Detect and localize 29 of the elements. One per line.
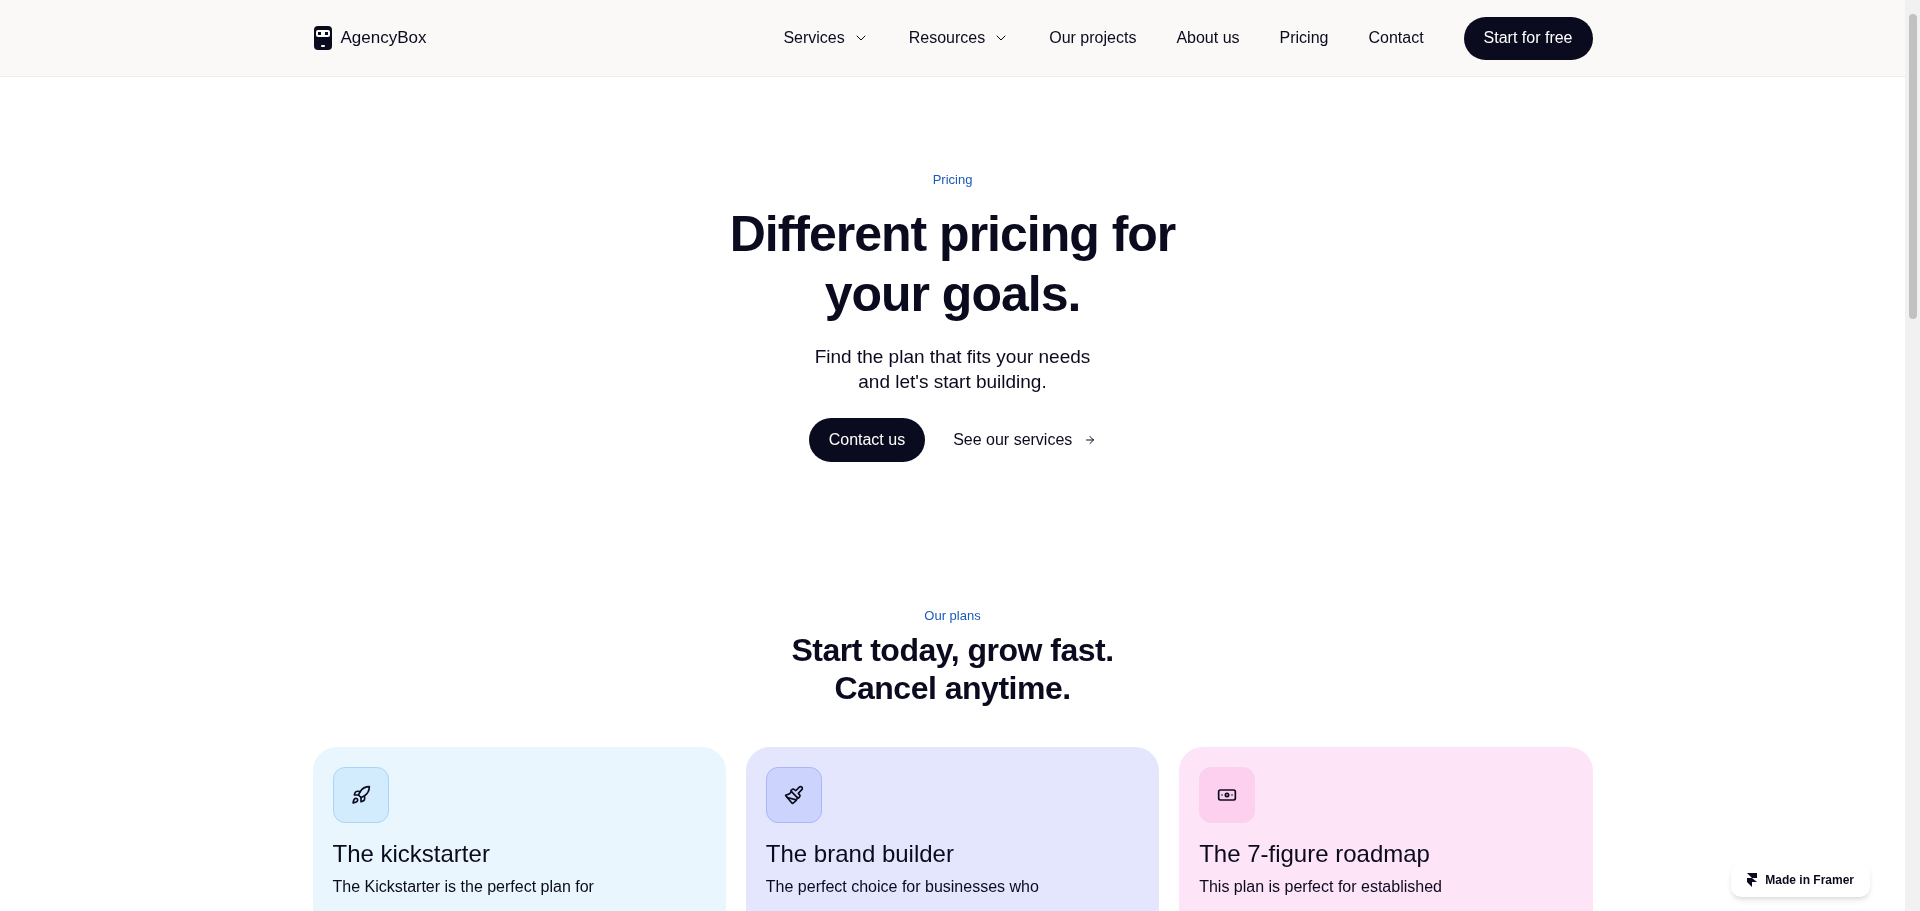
hero-heading: Different pricing for your goals. <box>729 204 1176 324</box>
plan-description: The perfect choice for businesses who <box>765 877 1040 897</box>
paintbrush-icon <box>765 767 822 823</box>
plan-description: The Kickstarter is the perfect plan for <box>332 877 595 897</box>
brand-name: AgencyBox <box>340 27 427 50</box>
banknote-icon <box>1199 767 1256 823</box>
contact-button[interactable]: Contact us <box>808 417 926 462</box>
plan-title: The 7-figure roadmap <box>1199 839 1431 869</box>
hero-subtitle: Find the plan that fits your needs and let's start building. <box>814 344 1091 394</box>
plan-title: The kickstarter <box>332 839 491 869</box>
nav-link[interactable]: Contact <box>1368 26 1424 50</box>
start-button[interactable]: Start for free <box>1463 16 1593 60</box>
section-heading: Start today, grow fast. Cancel anytime. <box>791 631 1114 707</box>
plan-description: This plan is perfect for established <box>1199 877 1443 897</box>
arrow-right-icon <box>1084 433 1097 446</box>
eyebrow-label: Our plans <box>924 606 981 625</box>
nav-link[interactable]: Services <box>783 26 869 50</box>
logo-icon <box>312 25 333 51</box>
brand-link[interactable]: AgencyBox <box>312 25 427 51</box>
eyebrow-label: Pricing <box>932 171 973 189</box>
plan-title: The brand builder <box>765 839 955 869</box>
nav-link[interactable]: Resources <box>908 26 1010 50</box>
made-in-framer-badge[interactable]: Made in Framer <box>1731 863 1870 897</box>
nav-link[interactable]: Our projects <box>1049 26 1137 50</box>
nav-link[interactable]: Pricing <box>1279 26 1329 50</box>
nav-link[interactable]: About us <box>1176 26 1240 50</box>
rocket-icon <box>332 767 389 823</box>
framer-logo-icon <box>1747 873 1758 887</box>
services-link[interactable]: See our services <box>953 427 1097 452</box>
